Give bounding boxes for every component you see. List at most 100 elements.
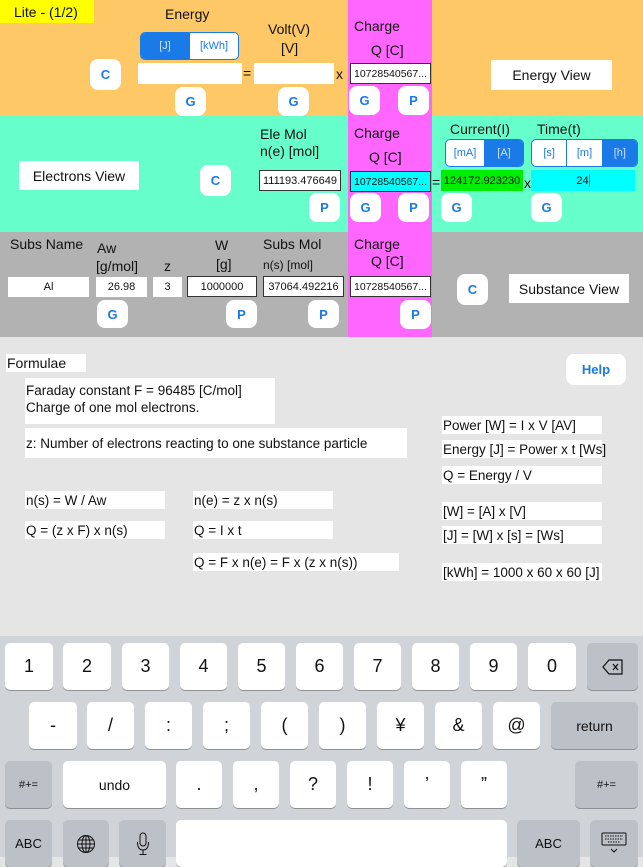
current-g-button[interactable]: G <box>441 193 472 222</box>
current-unit-a[interactable]: [A] <box>485 140 523 166</box>
charge-unit: Q [C] <box>371 42 404 58</box>
current-unit-ma[interactable]: [mA] <box>446 140 485 166</box>
z-input[interactable]: 3 <box>153 277 182 297</box>
charge-g-button[interactable]: G <box>349 86 380 115</box>
backspace-icon <box>601 658 623 675</box>
energy-label: Energy <box>165 6 210 22</box>
key-quote[interactable]: ” <box>461 761 507 808</box>
key-yen[interactable]: ¥ <box>377 702 424 749</box>
charge-input-2[interactable]: 10728540567... <box>350 171 431 192</box>
energy-input[interactable] <box>138 63 242 84</box>
w-input[interactable]: 1000000 <box>187 276 257 297</box>
key-at[interactable]: @ <box>493 702 540 749</box>
delete-key[interactable] <box>587 643 638 690</box>
equals-sign: = <box>243 65 252 81</box>
time-unit-segment[interactable]: [s] [m] [h] <box>531 139 638 167</box>
volt-label: Volt(V) <box>268 21 311 37</box>
help-button[interactable]: Help <box>566 354 626 385</box>
key-comma[interactable]: , <box>233 761 279 808</box>
w-p-button[interactable]: P <box>226 300 257 328</box>
substance-clear-button[interactable]: C <box>457 274 488 305</box>
energy-clear-button[interactable]: C <box>90 59 121 90</box>
ele-mol-label: Ele Mol <box>260 126 307 142</box>
key-apostrophe[interactable]: ’ <box>404 761 450 808</box>
return-key[interactable]: return <box>551 702 638 749</box>
time-unit-m[interactable]: [m] <box>567 140 603 166</box>
time-input[interactable]: 24 <box>531 170 635 191</box>
abc-key-right[interactable]: ABC <box>517 820 580 867</box>
symbols-key-right[interactable]: #+= <box>575 761 638 808</box>
energy-view-button[interactable]: Energy View <box>491 60 612 90</box>
w-unit: [g] <box>216 256 232 272</box>
energy-unit-j[interactable]: [J] <box>141 33 190 59</box>
abc-key-left[interactable]: ABC <box>5 820 52 867</box>
key-9[interactable]: 9 <box>470 643 517 690</box>
microphone-icon <box>136 832 149 855</box>
volt-input[interactable] <box>254 63 334 84</box>
charge-g-button-2[interactable]: G <box>350 193 381 222</box>
space-key[interactable] <box>176 820 507 867</box>
key-semicolon[interactable]: ; <box>203 702 250 749</box>
time-g-button[interactable]: G <box>531 193 562 222</box>
charge-p-button-3[interactable]: P <box>400 300 431 329</box>
subs-mol-p-button[interactable]: P <box>308 300 339 328</box>
energy-unit-kwh[interactable]: [kWh] <box>190 33 238 59</box>
key-open-paren[interactable]: ( <box>261 702 308 749</box>
aw-unit: [g/mol] <box>96 258 139 274</box>
energy-g-button[interactable]: G <box>175 87 206 116</box>
key-colon[interactable]: : <box>145 702 192 749</box>
key-ampersand[interactable]: & <box>435 702 482 749</box>
symbols-key-left[interactable]: #+= <box>5 761 52 808</box>
hide-keyboard-key[interactable] <box>590 820 638 867</box>
charge-input-3[interactable]: 10728540567... <box>350 276 431 297</box>
globe-key[interactable] <box>63 820 109 867</box>
formula-q-zf: Q = (z x F) x n(s) <box>25 521 165 539</box>
key-8[interactable]: 8 <box>412 643 459 690</box>
microphone-key[interactable] <box>119 820 166 867</box>
key-slash[interactable]: / <box>87 702 134 749</box>
equals-sign-2: = <box>432 174 441 190</box>
key-5[interactable]: 5 <box>238 643 285 690</box>
charge-p-button-2[interactable]: P <box>398 193 429 222</box>
key-1[interactable]: 1 <box>5 643 53 690</box>
current-unit-segment[interactable]: [mA] [A] <box>445 139 524 167</box>
formula-q-fne: Q = F x n(e) = F x (z x n(s)) <box>193 553 399 571</box>
subs-mol-input[interactable]: 37064.492216 <box>263 276 344 297</box>
ele-mol-p-button[interactable]: P <box>309 193 340 222</box>
charge-input[interactable]: 10728540567... <box>350 63 431 84</box>
key-3[interactable]: 3 <box>122 643 169 690</box>
ele-mol-input[interactable]: 111193.476649 <box>259 170 341 191</box>
key-dash[interactable]: - <box>29 702 77 749</box>
substance-view-button[interactable]: Substance View <box>509 274 629 303</box>
key-0[interactable]: 0 <box>528 643 576 690</box>
aw-label: Aw <box>97 240 117 256</box>
key-question[interactable]: ? <box>290 761 336 808</box>
volt-g-button[interactable]: G <box>278 87 309 116</box>
key-7[interactable]: 7 <box>354 643 401 690</box>
formula-ns: n(s) = W / Aw <box>25 491 165 509</box>
charge-p-button[interactable]: P <box>398 86 429 115</box>
formula-kwh: [kWh] = 1000 x 60 x 60 [J] <box>442 563 602 581</box>
formula-q-energy: Q = Energy / V <box>442 466 602 484</box>
key-6[interactable]: 6 <box>296 643 343 690</box>
aw-input[interactable]: 26.98 <box>96 277 147 297</box>
undo-key[interactable]: undo <box>63 761 166 808</box>
key-period[interactable]: . <box>176 761 222 808</box>
electrons-clear-button[interactable]: C <box>200 165 231 196</box>
charge-label-2: Charge <box>354 125 400 141</box>
formula-j-unit: [J] = [W] x [s] = [Ws] <box>442 526 602 544</box>
energy-unit-segment[interactable]: [J] [kWh] <box>140 32 239 60</box>
globe-icon <box>77 834 95 853</box>
time-unit-s[interactable]: [s] <box>532 140 568 166</box>
faraday-line-2: Charge of one mol electrons. <box>26 400 200 415</box>
key-close-paren[interactable]: ) <box>319 702 366 749</box>
time-unit-h[interactable]: [h] <box>602 140 637 166</box>
key-2[interactable]: 2 <box>63 643 111 690</box>
electrons-view-button[interactable]: Electrons View <box>19 161 139 190</box>
times-sign: x <box>336 66 343 82</box>
aw-g-button[interactable]: G <box>97 300 128 328</box>
current-input[interactable]: 124172.923230 <box>441 170 523 191</box>
subs-name-input[interactable]: Al <box>8 277 89 297</box>
key-4[interactable]: 4 <box>180 643 227 690</box>
key-exclaim[interactable]: ! <box>347 761 393 808</box>
